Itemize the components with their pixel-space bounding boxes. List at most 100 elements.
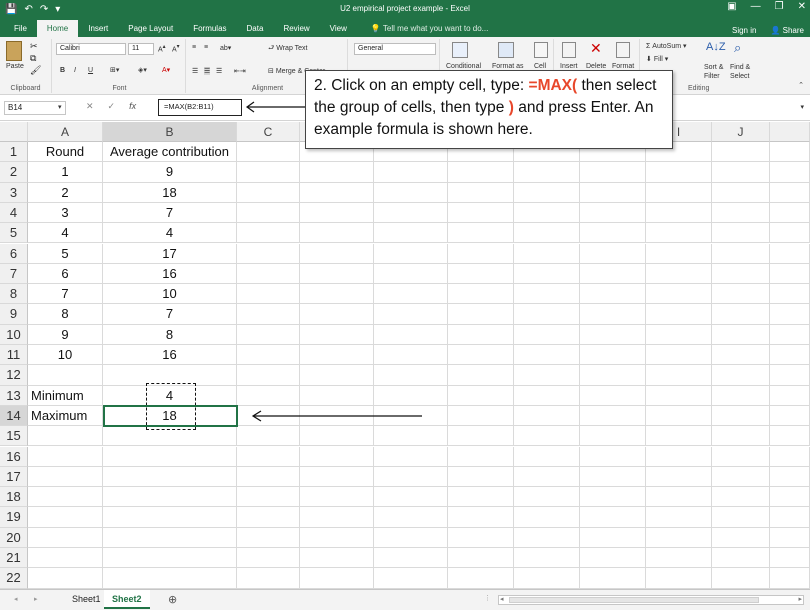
empty-cell[interactable] (448, 243, 514, 264)
fill-button[interactable]: ⬇ Fill ▾ (646, 55, 668, 63)
empty-cell[interactable] (712, 202, 770, 224)
empty-cell[interactable] (646, 487, 712, 508)
number-format-select[interactable]: General (354, 43, 436, 55)
empty-cell[interactable] (374, 548, 448, 569)
empty-cell[interactable] (514, 243, 580, 264)
font-name-select[interactable]: Calibri (56, 43, 126, 55)
empty-cell[interactable] (580, 365, 646, 386)
empty-cell[interactable] (770, 548, 810, 569)
tab-view[interactable]: View (320, 20, 357, 37)
empty-cell[interactable] (770, 527, 810, 548)
row-header[interactable]: 6 (0, 243, 28, 264)
cut-icon[interactable]: ✂ (30, 41, 38, 52)
empty-cell[interactable] (374, 304, 448, 325)
empty-cell[interactable] (580, 426, 646, 447)
empty-cell[interactable] (514, 548, 580, 569)
table-cell[interactable]: 6 (28, 263, 103, 285)
empty-cell[interactable] (300, 162, 374, 183)
next-sheet-icon[interactable]: ▸ (34, 595, 38, 603)
empty-cell[interactable] (712, 527, 770, 548)
empty-cell[interactable] (770, 162, 810, 183)
expand-formula-bar-icon[interactable]: ▾ (800, 103, 804, 111)
tell-me-box[interactable]: 💡 Tell me what you want to do... (371, 20, 488, 37)
close-icon[interactable]: ✕ (798, 1, 806, 12)
align-middle-icon[interactable]: ≡ (204, 44, 208, 51)
empty-cell[interactable] (237, 345, 300, 366)
empty-cell[interactable] (770, 345, 810, 366)
empty-cell[interactable] (237, 263, 300, 285)
restore-icon[interactable]: ❐ (775, 1, 784, 12)
empty-cell[interactable] (237, 202, 300, 224)
empty-cell[interactable] (712, 223, 770, 244)
empty-cell[interactable] (770, 243, 810, 264)
empty-cell[interactable] (770, 487, 810, 508)
empty-cell[interactable] (712, 405, 770, 427)
empty-cell[interactable] (237, 527, 300, 548)
row-header[interactable]: 12 (0, 365, 28, 386)
collapse-ribbon-icon[interactable]: ⌃ (798, 81, 804, 89)
tab-home[interactable]: Home (36, 20, 79, 37)
empty-cell[interactable] (514, 223, 580, 244)
table-cell[interactable] (103, 446, 237, 467)
empty-cell[interactable] (300, 507, 374, 528)
wrap-text-button[interactable]: ⮐ Wrap Text (268, 44, 308, 55)
tab-data[interactable]: Data (237, 20, 274, 37)
empty-cell[interactable] (374, 426, 448, 447)
find-select-icon[interactable]: ⌕ (734, 40, 741, 56)
minimize-icon[interactable]: — (751, 1, 761, 12)
empty-cell[interactable] (646, 466, 712, 488)
empty-cell[interactable] (448, 263, 514, 285)
column-header-a[interactable]: A (28, 122, 103, 142)
table-cell[interactable] (103, 568, 237, 589)
empty-cell[interactable] (646, 162, 712, 183)
empty-cell[interactable] (237, 385, 300, 406)
fill-color-icon[interactable]: ◈▾ (138, 66, 147, 74)
empty-cell[interactable] (646, 507, 712, 528)
empty-cell[interactable] (237, 162, 300, 183)
bold-button[interactable]: B (60, 67, 65, 74)
row-header[interactable]: 2 (0, 162, 28, 183)
empty-cell[interactable] (770, 568, 810, 589)
empty-cell[interactable] (580, 263, 646, 285)
empty-cell[interactable] (770, 466, 810, 488)
align-center-icon[interactable]: ☰ (204, 67, 211, 75)
empty-cell[interactable] (770, 405, 810, 427)
empty-cell[interactable] (300, 345, 374, 366)
empty-cell[interactable] (514, 202, 580, 224)
table-cell[interactable]: 7 (28, 284, 103, 305)
empty-cell[interactable] (374, 487, 448, 508)
tab-page-layout[interactable]: Page Layout (118, 20, 183, 37)
empty-cell[interactable] (300, 446, 374, 467)
empty-cell[interactable] (646, 324, 712, 345)
row-header[interactable]: 16 (0, 446, 28, 467)
empty-cell[interactable] (712, 466, 770, 488)
empty-cell[interactable] (712, 568, 770, 589)
empty-cell[interactable] (374, 446, 448, 467)
empty-cell[interactable] (374, 466, 448, 488)
table-cell[interactable]: 5 (28, 243, 103, 264)
borders-icon[interactable]: ⊞▾ (110, 66, 119, 74)
empty-cell[interactable] (712, 182, 770, 203)
empty-cell[interactable] (770, 365, 810, 386)
autosum-button[interactable]: Σ AutoSum ▾ (646, 42, 687, 50)
empty-cell[interactable] (300, 426, 374, 447)
empty-cell[interactable] (448, 162, 514, 183)
row-header[interactable]: 15 (0, 426, 28, 447)
empty-cell[interactable] (580, 385, 646, 406)
table-cell[interactable]: 8 (28, 304, 103, 325)
table-cell[interactable]: 1 (28, 162, 103, 183)
empty-cell[interactable] (374, 162, 448, 183)
empty-cell[interactable] (580, 405, 646, 427)
empty-cell[interactable] (514, 345, 580, 366)
sign-in-link[interactable]: Sign in (732, 26, 756, 35)
empty-cell[interactable] (374, 263, 448, 285)
scroll-left-icon[interactable]: ◂ (500, 595, 504, 603)
empty-cell[interactable] (712, 487, 770, 508)
row-header[interactable]: 20 (0, 527, 28, 548)
sheet-tab-sheet1[interactable]: Sheet1 (64, 590, 109, 609)
empty-cell[interactable] (237, 182, 300, 203)
empty-cell[interactable] (712, 385, 770, 406)
empty-cell[interactable] (770, 385, 810, 406)
empty-cell[interactable] (646, 284, 712, 305)
row-header[interactable]: 3 (0, 182, 28, 203)
